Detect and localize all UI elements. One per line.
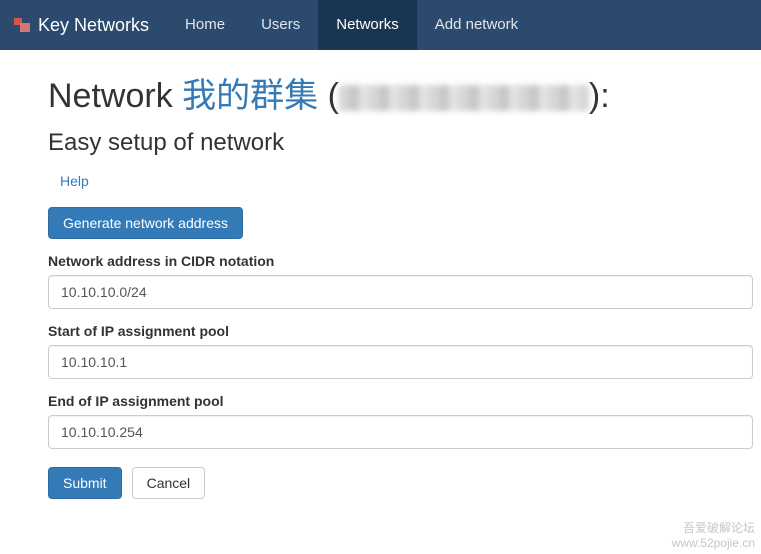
pool-end-input[interactable] <box>48 415 753 449</box>
nav-home[interactable]: Home <box>167 0 243 50</box>
page-subtitle: Easy setup of network <box>48 129 761 157</box>
help-link[interactable]: Help <box>60 173 89 189</box>
title-prefix: Network <box>48 77 182 115</box>
submit-button[interactable]: Submit <box>48 467 122 499</box>
pool-start-label: Start of IP assignment pool <box>48 323 753 339</box>
field-cidr: Network address in CIDR notation <box>48 253 753 309</box>
title-close: ): <box>589 77 610 115</box>
navbar: Key Networks Home Users Networks Add net… <box>0 0 761 50</box>
main-content: Network 我的群集 (): Easy setup of network H… <box>0 50 761 499</box>
form-actions: Submit Cancel <box>48 467 761 499</box>
watermark-line1: 吾爱破解论坛 <box>672 521 755 535</box>
redacted-network-id <box>339 85 589 111</box>
watermark: 吾爱破解论坛 www.52pojie.cn <box>672 521 755 550</box>
pool-end-label: End of IP assignment pool <box>48 393 753 409</box>
logo-icon <box>12 16 32 34</box>
nav-users[interactable]: Users <box>243 0 318 50</box>
field-pool-end: End of IP assignment pool <box>48 393 753 449</box>
cancel-button[interactable]: Cancel <box>132 467 206 499</box>
nav-networks[interactable]: Networks <box>318 0 417 50</box>
brand-text: Key Networks <box>38 15 149 36</box>
brand-link[interactable]: Key Networks <box>12 15 159 36</box>
page-title: Network 我的群集 (): <box>48 68 761 117</box>
pool-start-input[interactable] <box>48 345 753 379</box>
watermark-line2: www.52pojie.cn <box>672 536 755 550</box>
nav-add-network[interactable]: Add network <box>417 0 536 50</box>
cidr-input[interactable] <box>48 275 753 309</box>
cidr-label: Network address in CIDR notation <box>48 253 753 269</box>
field-pool-start: Start of IP assignment pool <box>48 323 753 379</box>
title-open: ( <box>318 77 339 115</box>
generate-address-button[interactable]: Generate network address <box>48 207 243 239</box>
title-network-link[interactable]: 我的群集 <box>182 77 318 115</box>
